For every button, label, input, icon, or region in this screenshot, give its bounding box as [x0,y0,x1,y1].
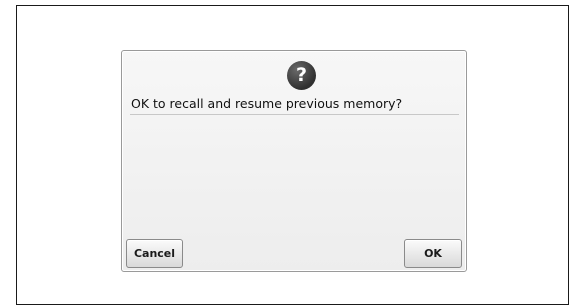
question-mark-glyph: ? [295,64,308,86]
question-icon: ? [287,61,316,90]
cancel-button[interactable]: Cancel [126,239,183,268]
ok-button[interactable]: OK [404,239,462,268]
confirmation-dialog: ? OK to recall and resume previous memor… [121,50,467,272]
message-divider [130,114,459,115]
dialog-message: OK to recall and resume previous memory? [131,96,403,111]
